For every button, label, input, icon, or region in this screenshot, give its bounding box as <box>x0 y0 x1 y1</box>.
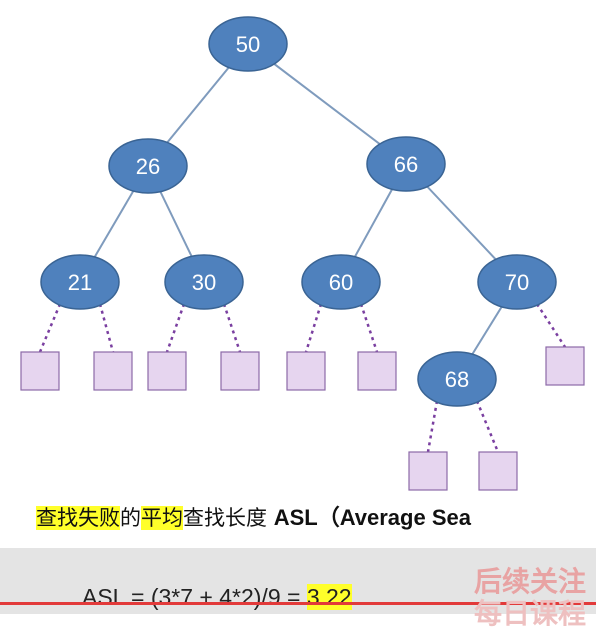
failure-node-2 <box>93 351 133 391</box>
failure-node-1 <box>20 351 60 391</box>
overlay-line-2: 每日课程 <box>474 597 587 630</box>
tree-node-70: 70 <box>477 254 557 310</box>
failure-edge <box>304 303 323 353</box>
failure-edge <box>359 303 379 353</box>
binary-search-tree-diagram: 50 26 66 21 30 60 70 68 <box>20 16 585 491</box>
tree-node-60: 60 <box>301 254 381 310</box>
failure-edge <box>222 303 242 353</box>
tree-node-50: 50 <box>208 16 288 72</box>
failure-edge <box>535 303 567 348</box>
failure-node-9 <box>478 451 518 491</box>
caption: 查找失败的平均查找长度 ASL（Average Sea <box>36 500 471 532</box>
tree-node-30: 30 <box>164 254 244 310</box>
failure-node-7 <box>545 346 585 386</box>
failure-node-6 <box>357 351 397 391</box>
formula-result: 3.22 <box>306 584 352 610</box>
caption-text-de: 的 <box>120 506 141 530</box>
overlay-line-1: 后续关注 <box>474 565 587 598</box>
tree-node-label: 26 <box>136 154 160 179</box>
failure-edge <box>98 303 115 353</box>
tree-node-66: 66 <box>366 136 446 192</box>
failure-edge <box>38 303 62 353</box>
failure-edge <box>475 400 500 453</box>
failure-node-5 <box>286 351 326 391</box>
failure-node-3 <box>147 351 187 391</box>
tree-node-label: 70 <box>505 270 529 295</box>
tree-node-label: 60 <box>329 270 353 295</box>
tree-node-21: 21 <box>40 254 120 310</box>
formula-expression: ASL = (3*7 + 4*2)/9 = <box>82 584 307 610</box>
caption-highlight-failure: 查找失败 <box>36 506 120 530</box>
failure-edge <box>165 303 186 353</box>
tree-node-label: 66 <box>394 152 418 177</box>
tree-node-26: 26 <box>108 138 188 194</box>
asl-formula: ASL = (3*7 + 4*2)/9 = 3.22 <box>82 584 352 611</box>
tree-node-label: 21 <box>68 270 92 295</box>
tree-node-68: 68 <box>417 351 497 407</box>
caption-highlight-average: 平均 <box>141 506 183 530</box>
failure-node-8 <box>408 451 448 491</box>
failure-node-4 <box>220 351 260 391</box>
tree-node-label: 30 <box>192 270 216 295</box>
tree-node-label: 50 <box>236 32 260 57</box>
failure-edge <box>426 400 439 453</box>
caption-asl-term: ASL（Average Sea <box>273 505 471 530</box>
tree-node-label: 68 <box>445 367 469 392</box>
caption-text-search-length: 查找长度 <box>183 506 274 530</box>
overlay-promo-text: 后续关注 每日课程 <box>474 566 586 630</box>
